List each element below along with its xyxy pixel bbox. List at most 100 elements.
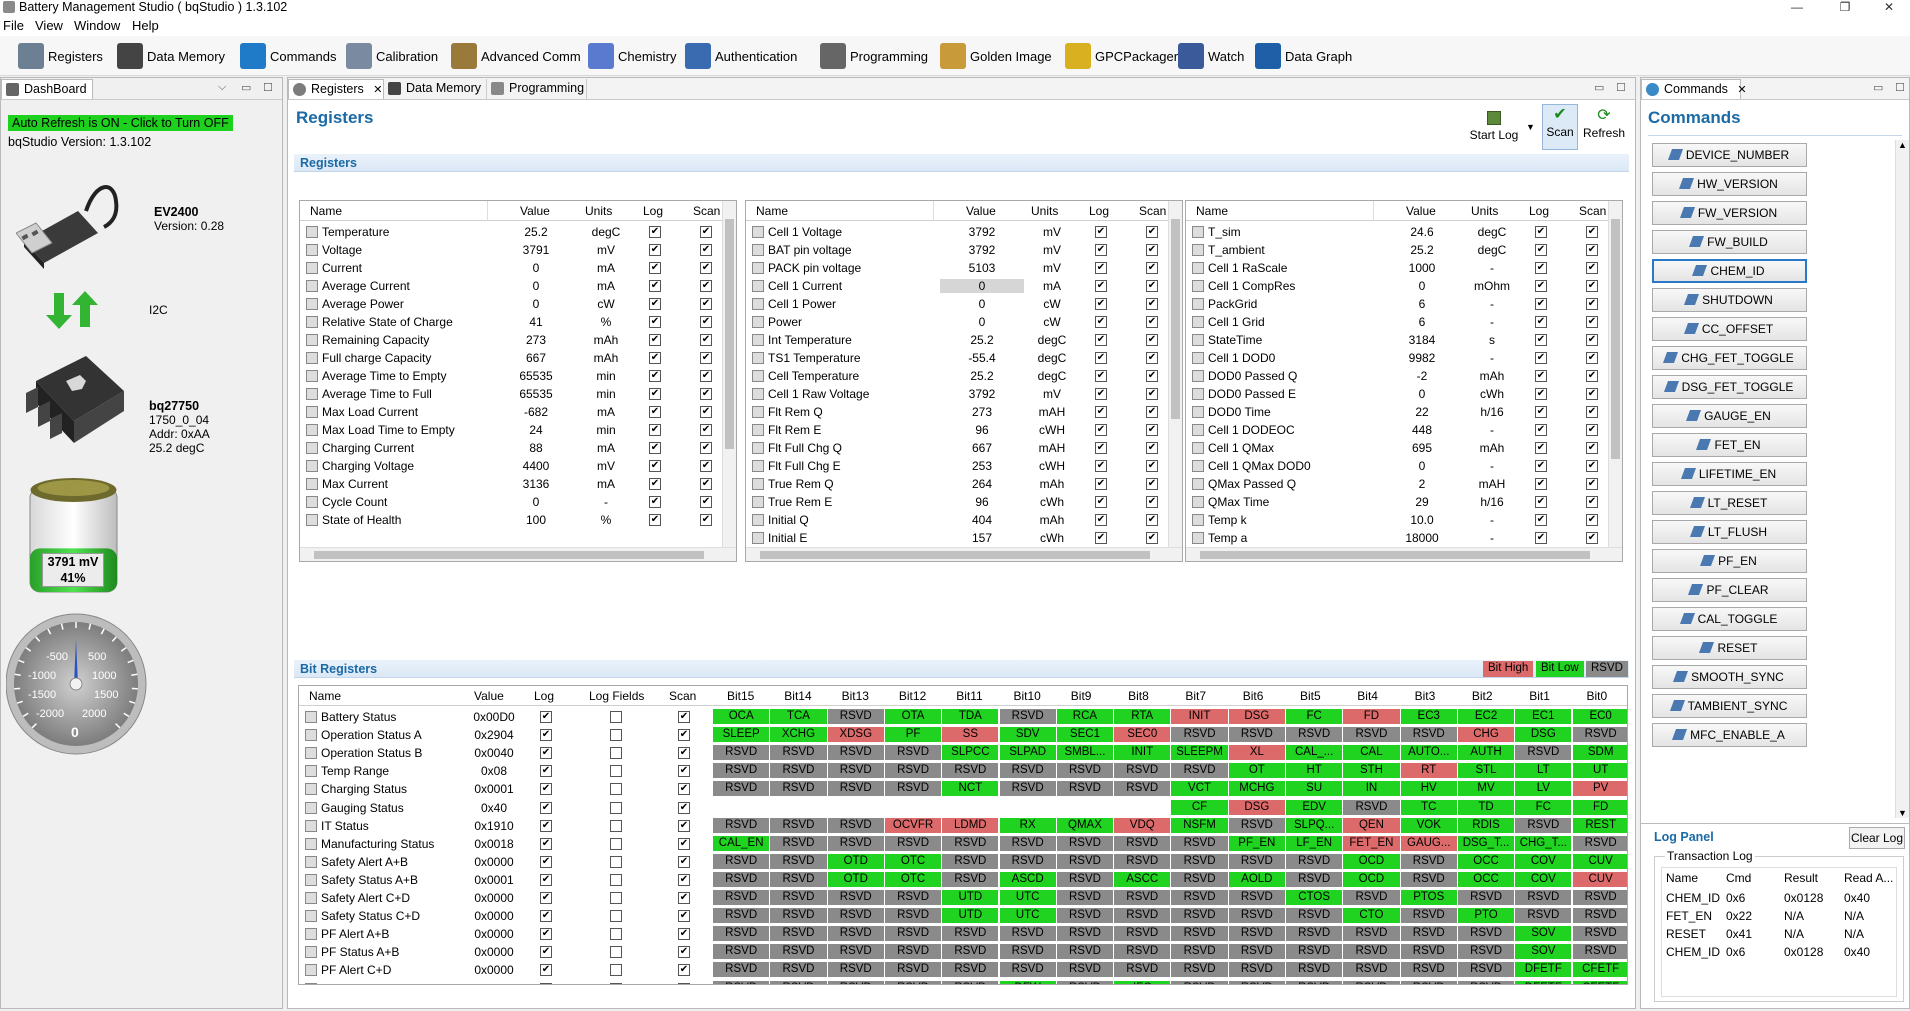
bit-register-row[interactable]: Safety Alert A+B 0x0000 ✔ ✔ RSVD RSVD OTD OTC RS… [299, 853, 1627, 871]
register-value[interactable]: 18000 [1380, 531, 1464, 545]
log-checkbox[interactable]: ✔ [1535, 280, 1547, 292]
register-value[interactable]: 3184 [1380, 333, 1464, 347]
table-row[interactable]: Cell 1 Current 0 mA ✔ ✔ [746, 277, 1168, 295]
scan-checkbox[interactable]: ✔ [700, 388, 712, 400]
table-row[interactable]: Max Load Time to Empty 24 min ✔ ✔ [300, 421, 722, 439]
column-header-bit9[interactable]: Bit9 [1071, 689, 1092, 703]
log-checkbox[interactable]: ✔ [540, 711, 552, 723]
register-value[interactable]: 0 [494, 261, 578, 275]
scan-checkbox[interactable]: ✔ [1146, 352, 1158, 364]
table-row[interactable]: Average Power 0 cW ✔ ✔ [300, 295, 722, 313]
maximize-view-icon[interactable]: ☐ [1895, 81, 1905, 94]
bit-register-value[interactable]: 0x0000 [459, 945, 529, 959]
log-column-header[interactable]: Result [1784, 871, 1818, 885]
log-column-header[interactable]: Read A... [1844, 871, 1893, 885]
log-checkbox[interactable]: ✔ [1095, 388, 1107, 400]
maximize-view-icon[interactable]: ☐ [263, 81, 273, 94]
register-value[interactable]: -2 [1380, 369, 1464, 383]
log-checkbox[interactable]: ✔ [649, 424, 661, 436]
column-header-log[interactable]: Log [643, 204, 663, 218]
column-header-bit10[interactable]: Bit10 [1014, 689, 1041, 703]
table-row[interactable]: DOD0 Time 22 h/16 ✔ ✔ [1186, 403, 1608, 421]
table-row[interactable]: Max Current 3136 mA ✔ ✔ [300, 475, 722, 493]
maximize-view-icon[interactable]: ☐ [1616, 81, 1626, 94]
command-chem-id-button[interactable]: CHEM_ID [1652, 259, 1807, 283]
table-row[interactable]: Initial Q 404 mAh ✔ ✔ [746, 511, 1168, 529]
table-row[interactable]: Current 0 mA ✔ ✔ [300, 259, 722, 277]
scan-checkbox[interactable]: ✔ [700, 370, 712, 382]
log-checkbox[interactable]: ✔ [1095, 370, 1107, 382]
register-value[interactable]: 25.2 [940, 333, 1024, 347]
column-header-units[interactable]: Units [1031, 204, 1058, 218]
table-row[interactable]: Flt Full Chg E 253 cWH ✔ ✔ [746, 457, 1168, 475]
register-value[interactable]: 253 [940, 459, 1024, 473]
scan-checkbox[interactable]: ✔ [1146, 532, 1158, 544]
table-row[interactable]: Relative State of Charge 41% ✔ ✔ [300, 313, 722, 331]
register-value[interactable]: 2 [1380, 477, 1464, 491]
log-checkbox[interactable]: ✔ [540, 855, 552, 868]
command-smooth-sync-button[interactable]: SMOOTH_SYNC [1652, 665, 1807, 689]
command-cal-toggle-button[interactable]: CAL_TOGGLE [1652, 607, 1807, 631]
command-fw-version-button[interactable]: FW_VERSION [1652, 201, 1807, 225]
scan-checkbox[interactable]: ✔ [678, 855, 690, 868]
register-value[interactable]: 65535 [494, 369, 578, 383]
log-checkbox[interactable]: ✔ [540, 892, 552, 904]
table-row[interactable]: Power 0 cW ✔ ✔ [746, 313, 1168, 331]
register-value[interactable]: 264 [940, 477, 1024, 491]
menu-file[interactable]: File [3, 18, 24, 33]
bit-register-row[interactable]: Charging Status 0x0001 ✔ ✔ RSVD RSVD RSVD RSVD N… [299, 780, 1627, 798]
scan-checkbox[interactable]: ✔ [1146, 226, 1158, 238]
log-fields-checkbox[interactable] [610, 946, 622, 959]
table-row[interactable]: TS1 Temperature -55.4 degC ✔ ✔ [746, 349, 1168, 367]
bit-register-value[interactable]: 0x0001 [459, 782, 529, 796]
column-header-scan[interactable]: Scan [1579, 204, 1606, 218]
scan-checkbox[interactable]: ✔ [700, 226, 712, 238]
start-log-button[interactable]: Start Log [1464, 106, 1524, 150]
table-row[interactable]: PACK pin voltage 5103 mV ✔ ✔ [746, 259, 1168, 277]
command-lt-flush-button[interactable]: LT_FLUSH [1652, 520, 1807, 544]
scan-checkbox[interactable]: ✔ [1146, 424, 1158, 436]
toolbar-chemistry-button[interactable]: Chemistry [588, 41, 677, 71]
minimize-button[interactable]: — [1778, 0, 1816, 16]
log-checkbox[interactable]: ✔ [1095, 334, 1107, 346]
log-checkbox[interactable]: ✔ [540, 964, 552, 977]
scan-button[interactable]: ✔ Scan [1542, 104, 1578, 150]
column-header-bit8[interactable]: Bit8 [1128, 689, 1149, 703]
register-value[interactable]: -55.4 [940, 351, 1024, 365]
register-value[interactable]: 0 [494, 297, 578, 311]
table-row[interactable]: PackGrid 6 - ✔ ✔ [1186, 295, 1608, 313]
bit-register-value[interactable]: 0x0040 [459, 746, 529, 760]
bit-register-row[interactable]: PF Status C+D0x0000✔✔RSVDRSVDRSVDRSVDRSV… [299, 980, 1627, 984]
register-value[interactable]: 100 [494, 513, 578, 527]
log-checkbox[interactable]: ✔ [1535, 244, 1547, 256]
register-value[interactable]: 0 [1380, 387, 1464, 401]
log-checkbox[interactable]: ✔ [1095, 298, 1107, 310]
column-header-log[interactable]: Log [1529, 204, 1549, 218]
scan-checkbox[interactable]: ✔ [1146, 442, 1158, 454]
bit-register-row[interactable]: Operation Status B 0x0040 ✔ ✔ RSVD RSVD RSVD RS… [299, 744, 1627, 762]
refresh-button[interactable]: ⟳ Refresh [1580, 106, 1628, 150]
log-checkbox[interactable]: ✔ [540, 729, 552, 742]
table-row[interactable]: StateTime 3184 s ✔ ✔ [1186, 331, 1608, 349]
log-checkbox[interactable]: ✔ [1535, 262, 1547, 274]
log-fields-checkbox[interactable] [610, 765, 622, 778]
scan-checkbox[interactable]: ✔ [1146, 478, 1158, 490]
log-fields-checkbox[interactable] [610, 892, 622, 904]
log-checkbox[interactable]: ✔ [1095, 316, 1107, 328]
scan-checkbox[interactable]: ✔ [678, 729, 690, 742]
scroll-down-icon[interactable]: ▼ [1898, 808, 1907, 818]
scan-checkbox[interactable]: ✔ [700, 424, 712, 436]
scan-checkbox[interactable]: ✔ [1146, 298, 1158, 310]
table-row[interactable]: Temp a 18000 - ✔ ✔ [1186, 529, 1608, 547]
log-checkbox[interactable]: ✔ [649, 496, 661, 508]
scan-checkbox[interactable]: ✔ [1146, 316, 1158, 328]
toolbar-gpcpackager-button[interactable]: GPCPackager [1065, 41, 1178, 71]
tab-registers[interactable]: Registers ✕ [288, 79, 384, 99]
table-row[interactable]: Charging Current 88 mA ✔ ✔ [300, 439, 722, 457]
table-row[interactable]: Charging Voltage 4400 mV ✔ ✔ [300, 457, 722, 475]
column-header-log[interactable]: Log [1089, 204, 1109, 218]
log-checkbox[interactable]: ✔ [540, 873, 552, 886]
table-vscrollbar[interactable] [1608, 201, 1622, 547]
log-column-header[interactable]: Cmd [1726, 871, 1751, 885]
scan-checkbox[interactable]: ✔ [1146, 406, 1158, 418]
